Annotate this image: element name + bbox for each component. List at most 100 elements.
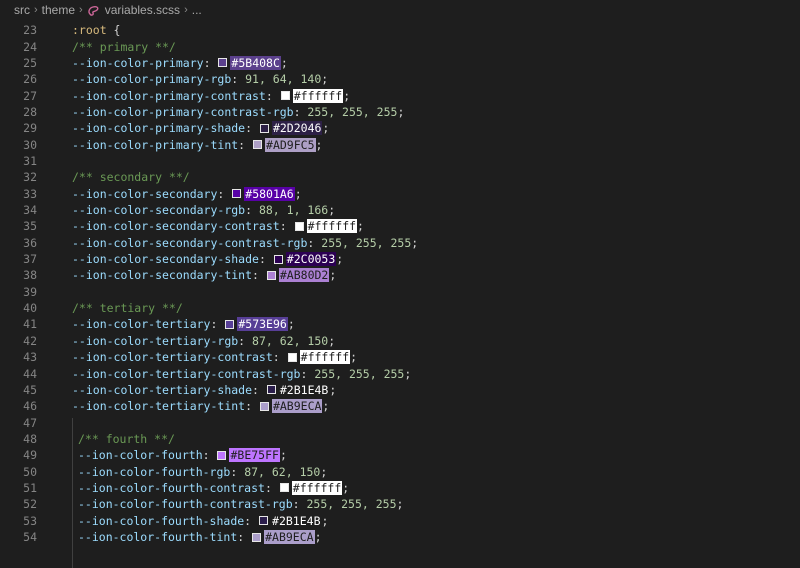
line-number: 38 <box>23 268 37 283</box>
code-line[interactable]: 29 --ion-color-primary-shade: #2D2046; <box>0 120 800 136</box>
code-line[interactable]: 54 --ion-color-fourth-tint: #AB9ECA; <box>0 529 800 545</box>
color-swatch-icon[interactable] <box>259 516 269 526</box>
color-swatch-icon[interactable] <box>252 532 262 542</box>
code-line[interactable]: 38 --ion-color-secondary-tint: #AB80D2; <box>0 267 800 283</box>
punctuation: ; <box>279 448 287 463</box>
code-line[interactable]: 48 /** fourth **/ <box>0 431 800 447</box>
chevron-right-icon: › <box>79 4 83 16</box>
code-text: --ion-color-fourth-shade: #2B1E4B; <box>78 513 328 528</box>
css-variable-name: --ion-color-primary-shade <box>72 121 246 136</box>
code-line[interactable]: 27 --ion-color-primary-contrast: #ffffff; <box>0 87 800 103</box>
css-value: 87, 62, 150 <box>252 333 329 348</box>
code-line[interactable]: 42 --ion-color-tertiary-rgb: 87, 62, 150; <box>0 333 800 349</box>
punctuation: : <box>292 497 307 512</box>
line-number: 42 <box>23 333 37 348</box>
code-text: /** fourth **/ <box>78 432 175 446</box>
punctuation: : <box>245 203 259 218</box>
code-line[interactable]: 44 --ion-color-tertiary-contrast-rgb: 255… <box>0 365 800 381</box>
code-line[interactable]: 36 --ion-color-secondary-contrast-rgb: 25… <box>0 235 800 251</box>
punctuation: : <box>258 252 273 267</box>
color-hex-value: #5B408C <box>230 55 281 70</box>
code-line[interactable]: 51 --ion-color-fourth-contrast: #ffffff; <box>0 480 800 496</box>
color-swatch-icon[interactable] <box>218 58 228 68</box>
code-line[interactable]: 46 --ion-color-tertiary-tint: #AB9ECA; <box>0 398 800 414</box>
code-comment: /** secondary **/ <box>72 170 190 185</box>
breadcrumb-src[interactable]: src <box>14 3 30 17</box>
color-hex-value: #2B1E4B <box>271 513 322 528</box>
punctuation: : <box>238 333 253 348</box>
color-hex-value: #2C0053 <box>285 252 337 267</box>
css-variable-name: --ion-color-fourth-rgb <box>78 464 231 479</box>
color-swatch-icon[interactable] <box>259 123 269 133</box>
code-line[interactable]: 52 --ion-color-fourth-contrast-rgb: 255, … <box>0 496 800 512</box>
color-hex-value: #AD9FC5 <box>265 137 316 152</box>
code-line[interactable]: 30 --ion-color-primary-tint: #AD9FC5; <box>0 136 800 152</box>
breadcrumb-file[interactable]: variables.scss <box>105 3 180 17</box>
code-line[interactable]: 53 --ion-color-fourth-shade: #2B1E4B; <box>0 513 800 529</box>
code-text: --ion-color-primary-rgb: 91, 64, 140; <box>72 72 328 86</box>
line-number: 40 <box>23 301 37 316</box>
code-line[interactable]: 24 /** primary **/ <box>0 38 800 54</box>
color-swatch-icon[interactable] <box>273 254 283 264</box>
color-swatch-icon[interactable] <box>259 401 269 411</box>
punctuation: : <box>244 513 259 528</box>
color-swatch-icon[interactable] <box>232 189 242 199</box>
color-swatch-icon[interactable] <box>225 319 235 329</box>
code-line[interactable]: 35 --ion-color-secondary-contrast: #fffff… <box>0 218 800 234</box>
code-line[interactable]: 26 --ion-color-primary-rgb: 91, 64, 140; <box>0 71 800 87</box>
line-number: 49 <box>23 448 37 463</box>
css-variable-name: --ion-color-tertiary-shade <box>72 382 253 397</box>
code-line[interactable]: 45 --ion-color-tertiary-shade: #2B1E4B; <box>0 382 800 398</box>
css-variable-name: --ion-color-fourth-shade <box>78 513 245 528</box>
code-text: /** secondary **/ <box>72 170 190 184</box>
code-line[interactable]: 49 --ion-color-fourth: #BE75FF; <box>0 447 800 463</box>
code-line[interactable]: 40 /** tertiary **/ <box>0 300 800 316</box>
code-text: --ion-color-tertiary-tint: #AB9ECA; <box>72 399 329 414</box>
punctuation: ; <box>280 55 288 70</box>
code-line[interactable]: 28 --ion-color-primary-contrast-rgb: 255,… <box>0 104 800 120</box>
code-line[interactable]: 34 --ion-color-secondary-rgb: 88, 1, 166; <box>0 202 800 218</box>
breadcrumb-theme[interactable]: theme <box>42 3 75 17</box>
color-swatch-icon[interactable] <box>266 270 276 280</box>
color-swatch-icon[interactable] <box>253 140 263 150</box>
code-line[interactable]: 41 --ion-color-tertiary: #573E96; <box>0 316 800 332</box>
color-swatch-icon[interactable] <box>217 450 227 460</box>
color-swatch-icon[interactable] <box>294 221 304 231</box>
punctuation: : <box>252 382 266 397</box>
punctuation: : <box>300 366 315 381</box>
code-line[interactable]: 25 --ion-color-primary: #5B408C; <box>0 55 800 71</box>
punctuation: : <box>264 480 279 495</box>
code-line[interactable]: 43 --ion-color-tertiary-contrast: #ffffff… <box>0 349 800 365</box>
color-swatch-icon[interactable] <box>287 352 297 362</box>
css-variable-name: --ion-color-secondary-contrast-rgb <box>72 235 308 250</box>
code-text: --ion-color-tertiary-contrast: #ffffff; <box>72 350 357 365</box>
code-comment: /** primary **/ <box>72 39 176 54</box>
code-line[interactable]: 37 --ion-color-secondary-shade: #2C0053; <box>0 251 800 267</box>
code-line[interactable]: 50 --ion-color-fourth-rgb: 87, 62, 150; <box>0 463 800 479</box>
code-line[interactable]: 31 <box>0 153 800 169</box>
punctuation: : <box>245 399 259 414</box>
css-variable-name: --ion-color-fourth-contrast-rgb <box>78 497 293 512</box>
punctuation: : <box>245 121 259 136</box>
css-variable-name: --ion-color-primary-tint <box>72 137 239 152</box>
css-value: 88, 1, 166 <box>258 203 329 218</box>
color-swatch-icon[interactable] <box>279 483 289 493</box>
punctuation: ; <box>328 203 336 218</box>
code-text: --ion-color-tertiary-shade: #2B1E4B; <box>72 382 336 397</box>
code-editor[interactable]: 23:root {24 /** primary **/25 --ion-color-… <box>0 20 800 568</box>
chevron-right-icon: › <box>184 4 188 16</box>
line-number: 30 <box>23 137 37 152</box>
code-line[interactable]: 23:root { <box>0 22 800 38</box>
color-swatch-icon[interactable] <box>280 91 290 101</box>
code-text: --ion-color-secondary-tint: #AB80D2; <box>72 268 336 283</box>
code-line[interactable]: 39 <box>0 284 800 300</box>
code-line[interactable]: 33 --ion-color-secondary: #5801A6; <box>0 186 800 202</box>
code-line[interactable]: 32 /** secondary **/ <box>0 169 800 185</box>
line-number: 24 <box>23 39 37 54</box>
punctuation: ; <box>320 464 328 479</box>
code-line[interactable]: 47 <box>0 414 800 430</box>
breadcrumb-more[interactable]: ... <box>192 3 202 17</box>
css-variable-name: --ion-color-tertiary-contrast-rgb <box>72 366 301 381</box>
line-number: 27 <box>23 88 37 103</box>
color-swatch-icon[interactable] <box>266 385 276 395</box>
